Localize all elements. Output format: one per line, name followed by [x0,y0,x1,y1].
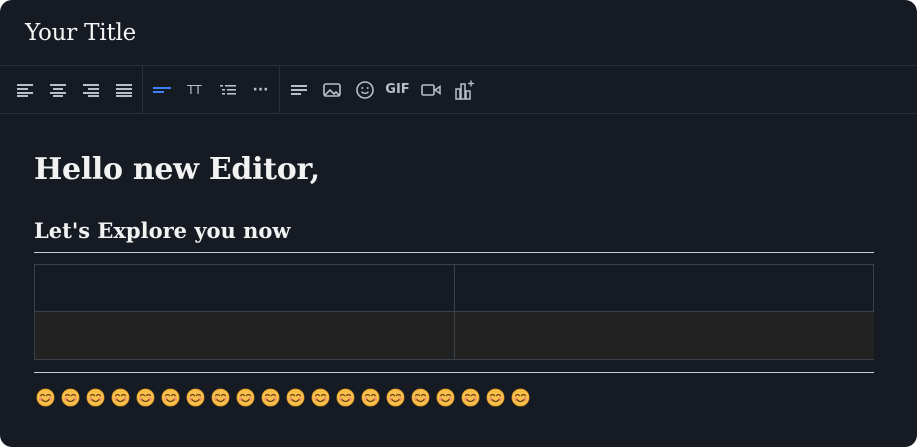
table-cell[interactable] [455,265,874,312]
smiling-face-emoji-icon [286,387,311,407]
heading-1[interactable]: Hello new Editor, [34,150,874,190]
align-right-button[interactable] [74,74,107,106]
text-block-button[interactable] [282,74,315,106]
smiling-face-emoji-icon [211,387,236,407]
align-center-button[interactable] [41,74,74,106]
toolbar-divider [142,65,143,114]
smiling-face-emoji-icon [336,387,361,407]
list-icon [219,84,236,95]
smiling-face-emoji-icon [161,387,186,407]
smiling-face-emoji-icon [311,387,336,407]
align-left-icon [16,83,33,97]
image-icon [322,82,341,97]
align-justify-button[interactable] [107,74,140,106]
font-size-button[interactable]: TT [178,74,211,106]
smiling-face-emoji-icon [61,387,86,407]
video-button[interactable] [414,74,447,106]
editor-table [34,264,874,360]
horizontal-rule [34,252,874,253]
paragraph-style-button[interactable] [145,74,178,106]
smiling-face-emoji-icon [361,387,386,407]
video-icon [420,83,441,96]
smiling-face-emoji-icon [436,387,461,407]
smiling-face-emoji-icon [111,387,136,407]
title-bar: Your Title [0,0,917,66]
table-cell[interactable] [35,265,455,312]
smiling-face-emoji-icon [411,387,436,407]
list-button[interactable] [211,74,244,106]
toolbar-divider [279,65,280,114]
chart-button[interactable] [447,74,480,106]
editor-window: Your Title TT ··· GIF Hello new Editor, … [0,0,917,447]
smiling-face-emoji-icon [136,387,161,407]
document-title[interactable]: Your Title [25,20,136,46]
smiling-face-emoji-icon [36,387,61,407]
smiling-face-emoji-icon [386,387,411,407]
align-right-icon [82,83,99,97]
font-size-icon: TT [187,82,202,97]
gif-icon: GIF [385,82,410,97]
horizontal-rule [34,372,874,373]
toolbar-group-insert: GIF [282,66,480,114]
heading-2[interactable]: Let's Explore you now [34,217,874,245]
editor-content[interactable]: Hello new Editor, Let's Explore you now [0,150,917,407]
gif-button[interactable]: GIF [381,74,414,106]
smiling-face-emoji-icon [461,387,486,407]
more-icon: ··· [252,81,269,98]
table-cell[interactable] [35,312,455,359]
image-button[interactable] [315,74,348,106]
text-block-icon [290,84,307,95]
smiling-face-emoji-icon [261,387,286,407]
align-center-icon [49,83,66,97]
chart-icon [454,80,474,100]
editor-toolbar: TT ··· GIF [0,65,917,114]
emoji-icon [355,80,374,99]
smiling-face-emoji-icon [86,387,111,407]
smiling-face-emoji-icon [511,387,536,407]
smiling-face-emoji-icon [236,387,261,407]
toolbar-group-alignment [8,66,140,114]
emoji-button[interactable] [348,74,381,106]
toolbar-group-format: TT ··· [145,66,277,114]
smiling-face-emoji-icon [486,387,511,407]
table-cell[interactable] [455,312,874,359]
more-button[interactable]: ··· [244,74,277,106]
paragraph-style-icon [152,86,171,93]
emoji-row [36,387,874,407]
align-left-button[interactable] [8,74,41,106]
smiling-face-emoji-icon [186,387,211,407]
align-justify-icon [115,83,132,97]
